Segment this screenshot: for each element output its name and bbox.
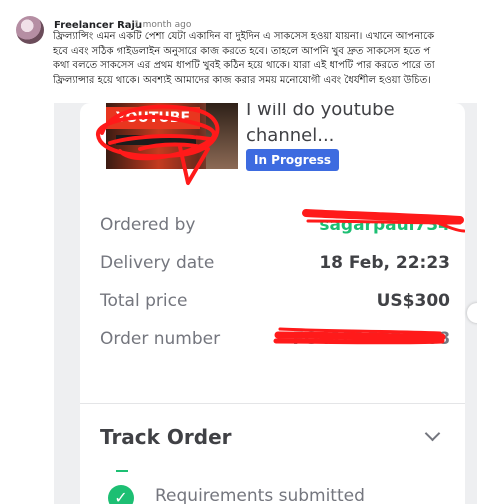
detail-label: Total price bbox=[100, 291, 188, 311]
detail-row-ordered-by: Ordered by sagarpaul734 bbox=[100, 213, 450, 237]
order-number-value: FO41F1C7E3B08 bbox=[292, 329, 450, 349]
post-body: ফ্রিল্যান্সিং এমন একটি পেশা যেটা একাদিন … bbox=[53, 30, 477, 88]
post-time[interactable]: 1 month ago bbox=[134, 20, 191, 30]
total-price-value: US$300 bbox=[376, 291, 450, 311]
detail-label: Ordered by bbox=[100, 215, 196, 235]
thumbnail-person bbox=[206, 103, 238, 169]
section-divider bbox=[80, 403, 465, 404]
carousel-next-button[interactable] bbox=[467, 303, 477, 323]
detail-label: Delivery date bbox=[100, 253, 215, 273]
status-badge: In Progress bbox=[246, 149, 340, 171]
buyer-username[interactable]: sagarpaul734 bbox=[319, 213, 450, 237]
thumbnail-subtitle bbox=[116, 135, 196, 145]
detail-row-delivery-date: Delivery date 18 Feb, 22:23 bbox=[100, 251, 450, 275]
post-line: ফ্রিল্যান্সার হয়ে থাকে। অবশ্যই আমাদের ক… bbox=[53, 74, 431, 86]
thumbnail-banner: YOUTUBE bbox=[106, 107, 200, 129]
delivery-date-value: 18 Feb, 22:23 bbox=[319, 253, 450, 273]
avatar[interactable] bbox=[16, 16, 44, 44]
detail-label: Order number bbox=[100, 329, 221, 349]
detail-row-total-price: Total price US$300 bbox=[100, 289, 450, 313]
post-line: ফ্রিল্যান্সিং এমন একটি পেশা যেটা একাদিন … bbox=[53, 31, 435, 42]
post-line: হবে এবং সঠিক গাইডলাইন অনুসারে কাজ করতে হ… bbox=[53, 45, 431, 57]
progress-dash bbox=[116, 470, 128, 472]
track-order-title: Track Order bbox=[100, 425, 232, 449]
post-line: কথা বলতে সাকসেস এর প্রথম ধাপটি খুবই কঠিন… bbox=[53, 60, 435, 71]
check-icon: ✓ bbox=[108, 485, 134, 504]
post-image[interactable]: YOUTUBE I will do youtube channel... In … bbox=[54, 103, 477, 504]
gig-thumbnail: YOUTUBE bbox=[106, 103, 238, 169]
chevron-down-icon[interactable] bbox=[424, 425, 441, 442]
gig-title-line: channel... bbox=[246, 125, 335, 146]
order-card: YOUTUBE I will do youtube channel... In … bbox=[80, 103, 465, 504]
gig-title-line: I will do youtube bbox=[246, 103, 395, 120]
detail-row-order-number: Order number FO41F1C7E3B08 bbox=[100, 327, 450, 351]
step-requirements-submitted: Requirements submitted bbox=[155, 486, 365, 504]
gig-title[interactable]: I will do youtube channel... bbox=[246, 103, 456, 149]
